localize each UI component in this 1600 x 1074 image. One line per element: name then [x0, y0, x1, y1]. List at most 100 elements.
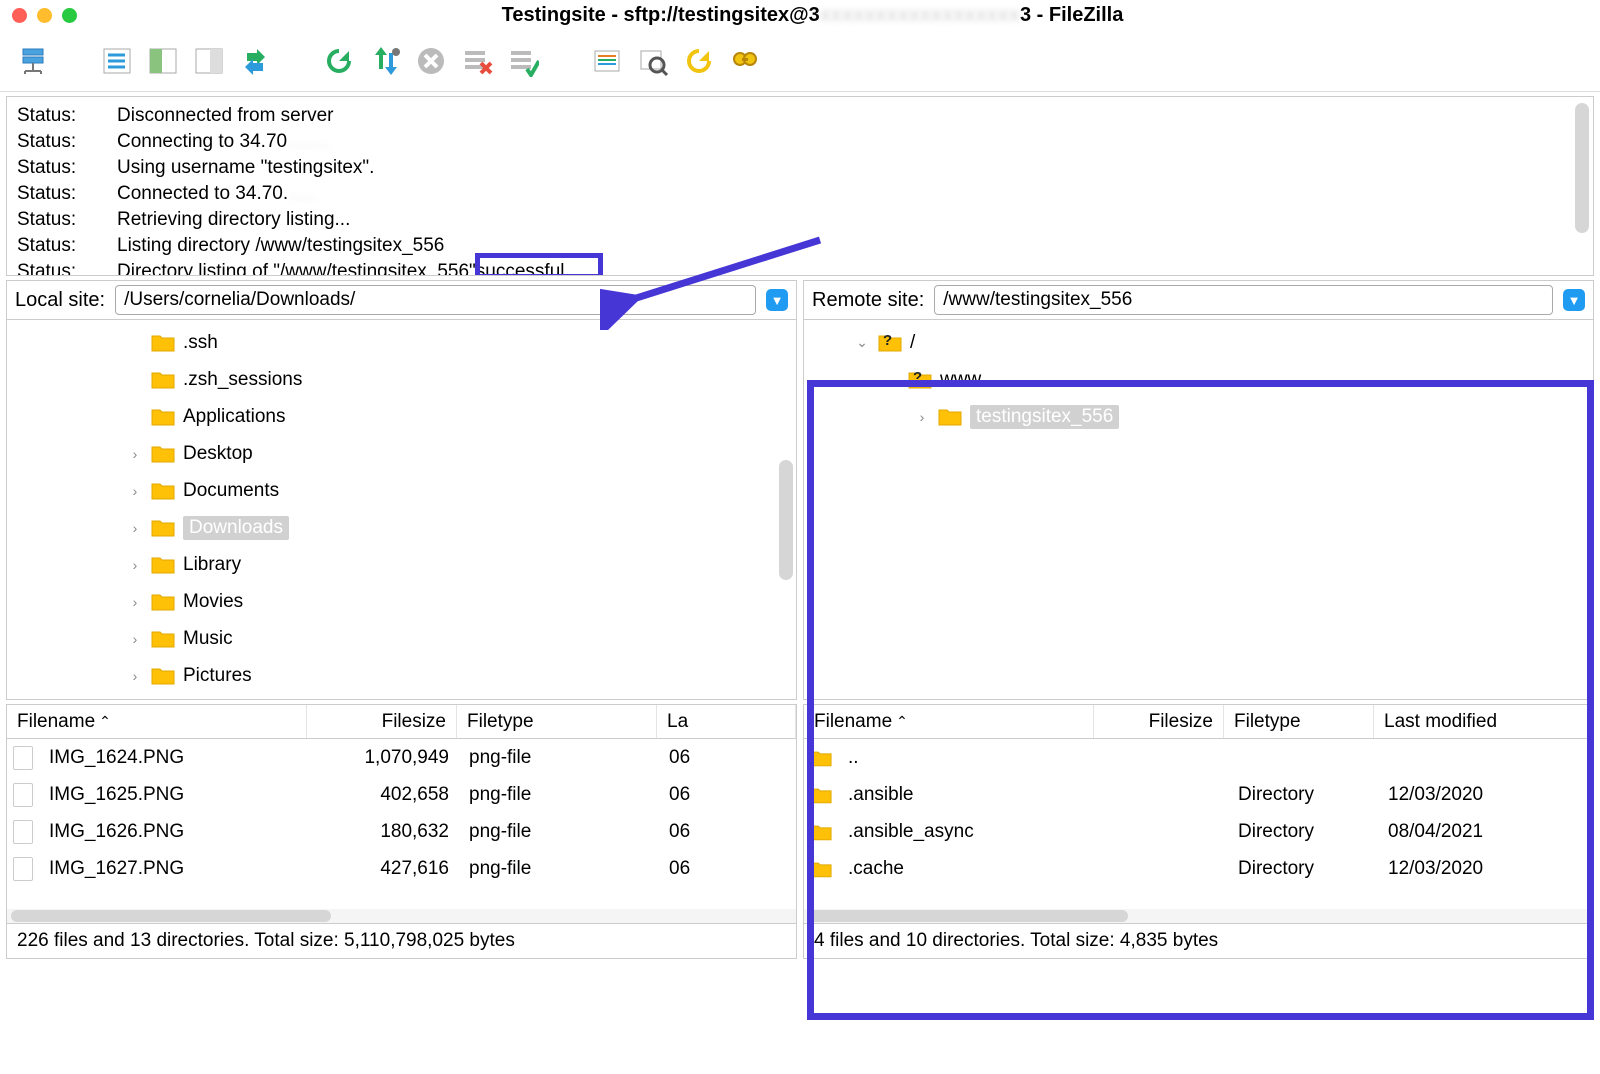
file-row[interactable]: .cacheDirectory12/03/2020 [804, 850, 1593, 887]
folder-icon [810, 749, 832, 767]
toggle-local-tree-button[interactable] [144, 42, 182, 80]
file-row[interactable]: .ansibleDirectory12/03/2020 [804, 776, 1593, 813]
tree-item[interactable]: › Desktop [7, 435, 796, 472]
titlebar: Testingsite - sftp://testingsitex@3xxxxx… [0, 0, 1600, 30]
tree-item-label: Applications [183, 406, 285, 428]
remote-tree[interactable]: ⌄? / ⌄?www › testingsitex_556 [803, 320, 1594, 700]
folder-icon [151, 333, 175, 352]
compare-button[interactable] [680, 42, 718, 80]
tree-item-label: Documents [183, 480, 279, 502]
remote-status: 4 files and 10 directories. Total size: … [803, 924, 1594, 959]
log-scrollbar[interactable] [1575, 103, 1589, 233]
tree-item[interactable]: ⌄? / [804, 324, 1593, 361]
folder-icon [151, 666, 175, 685]
tree-item-label: / [910, 332, 915, 354]
log-row: Status:Using username "testingsitex". [17, 155, 1583, 181]
tree-item-label: Music [183, 628, 233, 650]
tree-item-label: testingsitex_556 [970, 405, 1119, 429]
window-title: Testingsite - sftp://testingsitex@3xxxxx… [77, 4, 1588, 27]
local-file-list[interactable]: Filename⌃ Filesize Filetype La IMG_1624.… [6, 704, 797, 924]
disclosure-icon[interactable]: › [127, 631, 143, 647]
log-row: Status:Listing directory /www/testingsit… [17, 233, 1583, 259]
local-tree-scrollbar[interactable] [779, 460, 793, 580]
remote-site-input[interactable] [934, 285, 1553, 315]
file-type: Directory [1228, 821, 1378, 843]
refresh-button[interactable] [320, 42, 358, 80]
toggle-remote-tree-button[interactable] [190, 42, 228, 80]
file-type: png-file [459, 784, 659, 806]
file-icon [13, 857, 33, 881]
disclosure-icon[interactable]: › [127, 520, 143, 536]
local-file-hscroll[interactable] [7, 909, 796, 923]
tree-item[interactable]: › Movies [7, 583, 796, 620]
file-row[interactable]: IMG_1626.PNG180,632png-file06 [7, 813, 796, 850]
tree-item-label: Movies [183, 591, 243, 613]
cancel-button[interactable] [412, 42, 450, 80]
folder-icon [151, 592, 175, 611]
remote-site-bar: Remote site: ▼ [803, 280, 1594, 320]
file-name: IMG_1624.PNG [39, 747, 309, 769]
tree-item[interactable]: ›Downloads [7, 509, 796, 546]
file-name: IMG_1625.PNG [39, 784, 309, 806]
main-toolbar [0, 30, 1600, 92]
tree-item-label: Desktop [183, 443, 253, 465]
tree-item[interactable]: ⌄?www [804, 361, 1593, 398]
tree-item[interactable]: Applications [7, 398, 796, 435]
tree-item[interactable]: ›Pictures [7, 657, 796, 694]
tree-item[interactable]: .ssh [7, 324, 796, 361]
file-row[interactable]: .. [804, 739, 1593, 776]
file-row[interactable]: IMG_1624.PNG1,070,949png-file06 [7, 739, 796, 776]
reconnect-button[interactable] [504, 42, 542, 80]
site-manager-button[interactable] [14, 42, 52, 80]
maximize-window-button[interactable] [62, 8, 77, 23]
disclosure-icon[interactable]: › [127, 483, 143, 499]
file-row[interactable]: IMG_1627.PNG427,616png-file06 [7, 850, 796, 887]
toggle-log-button[interactable] [98, 42, 136, 80]
file-size: 180,632 [309, 821, 459, 843]
disclosure-icon[interactable]: › [914, 409, 930, 425]
file-row[interactable]: .ansible_asyncDirectory08/04/2021 [804, 813, 1593, 850]
file-size: 427,616 [309, 858, 459, 880]
file-name: .ansible_async [838, 821, 1098, 843]
log-row: Status:Retrieving directory listing... [17, 207, 1583, 233]
file-name: IMG_1626.PNG [39, 821, 309, 843]
file-modified: 12/03/2020 [1378, 784, 1593, 806]
process-queue-button[interactable] [366, 42, 404, 80]
folder-icon [151, 518, 175, 537]
tree-item[interactable]: › Music [7, 620, 796, 657]
minimize-window-button[interactable] [37, 8, 52, 23]
local-tree[interactable]: .ssh.zsh_sessionsApplications›Desktop›Do… [6, 320, 797, 700]
file-size: 402,658 [309, 784, 459, 806]
disclosure-icon[interactable]: › [127, 594, 143, 610]
tree-item[interactable]: ›Public [7, 694, 796, 700]
disclosure-icon[interactable]: › [127, 668, 143, 684]
unknown-folder-icon: ? [878, 333, 902, 352]
search-button[interactable] [634, 42, 672, 80]
file-icon [13, 783, 33, 807]
local-site-dropdown[interactable]: ▼ [766, 289, 788, 311]
file-row[interactable]: IMG_1625.PNG402,658png-file06 [7, 776, 796, 813]
remote-file-hscroll[interactable] [804, 909, 1593, 923]
remote-file-list[interactable]: Filename⌃ Filesize Filetype Last modifie… [803, 704, 1594, 924]
file-name: .cache [838, 858, 1098, 880]
disconnect-button[interactable] [458, 42, 496, 80]
close-window-button[interactable] [12, 8, 27, 23]
remote-file-header[interactable]: Filename⌃ Filesize Filetype Last modifie… [804, 705, 1593, 739]
tree-item[interactable]: ›Library [7, 546, 796, 583]
local-site-input[interactable] [115, 285, 756, 315]
disclosure-icon[interactable]: › [127, 557, 143, 573]
tree-item[interactable]: › testingsitex_556 [804, 398, 1593, 435]
tree-item[interactable]: › Documents [7, 472, 796, 509]
disclosure-icon[interactable]: › [127, 446, 143, 462]
toggle-queue-button[interactable] [236, 42, 274, 80]
find-button[interactable] [726, 42, 764, 80]
local-file-header[interactable]: Filename⌃ Filesize Filetype La [7, 705, 796, 739]
disclosure-icon[interactable]: ⌄ [884, 371, 900, 388]
tree-item[interactable]: .zsh_sessions [7, 361, 796, 398]
log-row: Status:Directory listing of "/www/testin… [17, 259, 1583, 276]
remote-site-dropdown[interactable]: ▼ [1563, 289, 1585, 311]
filter-button[interactable] [588, 42, 626, 80]
local-status: 226 files and 13 directories. Total size… [6, 924, 797, 959]
remote-site-label: Remote site: [812, 289, 924, 312]
disclosure-icon[interactable]: ⌄ [854, 334, 870, 351]
